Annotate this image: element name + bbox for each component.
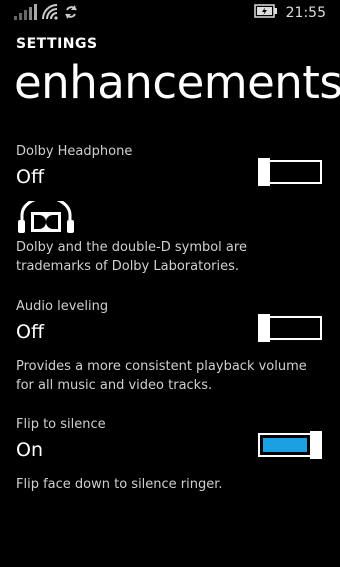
toggle-fill (263, 438, 307, 452)
flip-to-silence-value: On (16, 439, 43, 461)
dolby-trademark-note: Dolby and the double-D symbol are tradem… (16, 240, 247, 274)
flip-to-silence-toggle[interactable] (258, 431, 322, 459)
page-title: enhancements (14, 56, 340, 109)
signal-bars-icon (14, 4, 38, 24)
status-left (14, 4, 78, 24)
toggle-thumb[interactable] (310, 431, 322, 459)
dolby-headphone-value: Off (16, 166, 45, 188)
audio-leveling-value: Off (16, 321, 45, 343)
dolby-headphone-label: Dolby Headphone (16, 144, 133, 159)
sync-icon (64, 4, 78, 24)
toggle-thumb[interactable] (258, 314, 270, 342)
status-bar: 21:55 (0, 0, 340, 24)
status-right: 21:55 (253, 3, 326, 22)
battery-charging-icon (253, 3, 278, 22)
clock: 21:55 (285, 4, 326, 21)
audio-leveling-label: Audio leveling (16, 299, 109, 314)
app-section-title: SETTINGS (16, 36, 98, 52)
audio-leveling-description: Provides a more consistent playback volu… (16, 359, 307, 393)
flip-to-silence-description: Flip face down to silence ringer. (16, 477, 223, 492)
toggle-thumb[interactable] (258, 158, 270, 186)
flip-to-silence-label: Flip to silence (16, 417, 106, 432)
dolby-headphone-toggle[interactable] (258, 158, 322, 186)
wifi-icon (42, 4, 60, 24)
dolby-headphone-icon (16, 196, 76, 235)
audio-leveling-toggle[interactable] (258, 314, 322, 342)
